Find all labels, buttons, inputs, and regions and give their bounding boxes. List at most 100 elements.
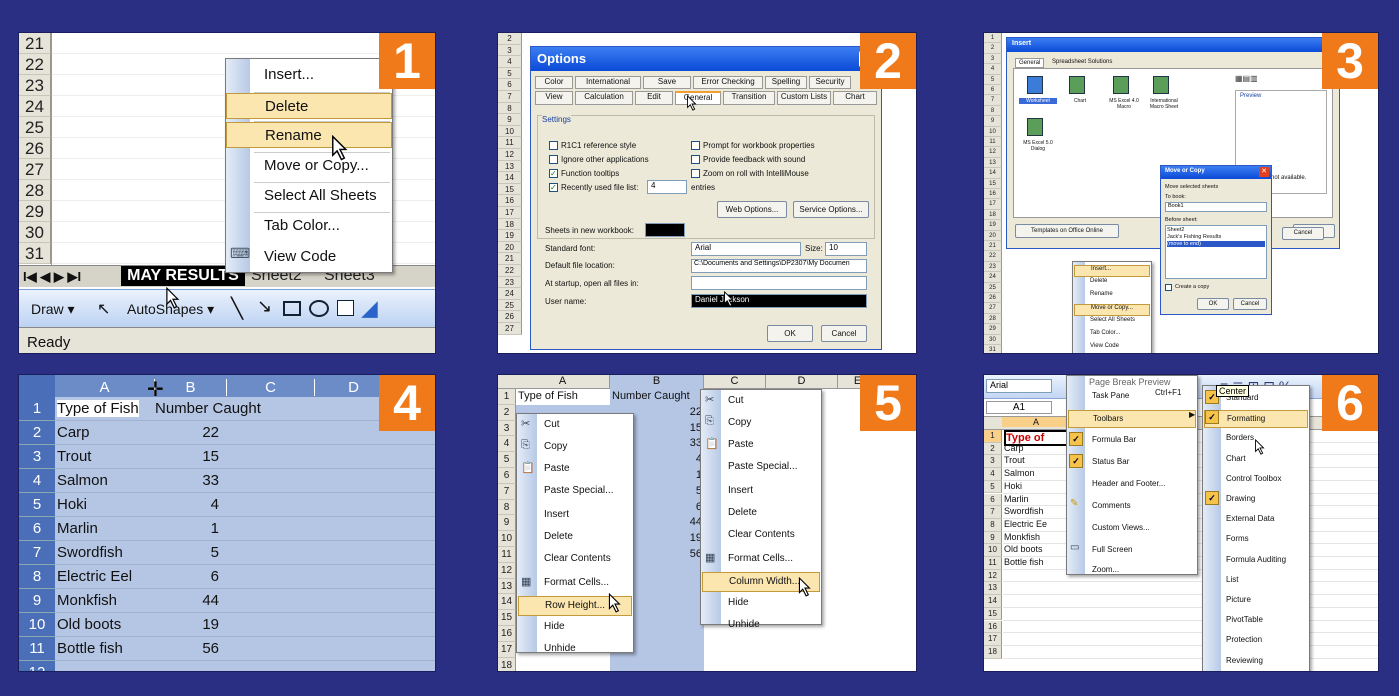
sheets-in-workbook-field[interactable]: 3 [645,223,685,237]
row-header[interactable]: 20 [498,241,522,254]
cell-fish-name[interactable]: Old boots [1004,544,1068,554]
row-header[interactable]: 10 [498,531,516,547]
row-header[interactable]: 6 [498,468,516,484]
insert-tab-solutions[interactable]: Spreadsheet Solutions [1049,58,1115,66]
row-header[interactable]: 8 [498,499,516,516]
row-header[interactable]: 6 [19,517,55,541]
row-header[interactable]: 12 [498,562,516,579]
row-header[interactable]: 6 [984,85,1002,96]
row-header[interactable]: 21 [984,241,1002,252]
cancel-button[interactable]: Cancel [821,325,867,342]
checkbox-0[interactable] [549,141,558,150]
row-header[interactable]: 17 [498,207,522,219]
row-header[interactable]: 10 [984,126,1002,137]
row-header[interactable]: 26 [19,138,51,159]
cancel-button-bg[interactable]: Cancel [1282,227,1324,240]
row-header[interactable]: 18 [498,218,522,231]
column-header[interactable]: A [516,375,610,389]
checkbox-right-2[interactable] [691,169,700,178]
row-header[interactable]: 6 [498,79,522,91]
row-header[interactable]: 6 [984,493,1002,507]
column-menu-item[interactable]: Format Cells... [702,550,820,570]
tab-menu-item[interactable]: View Code [1074,343,1150,353]
row-header[interactable]: 26 [984,293,1002,304]
row-header[interactable]: 14 [984,595,1002,608]
close-icon[interactable]: ✕ [1259,167,1269,177]
row-header[interactable]: 30 [984,334,1002,345]
tab-custom-lists[interactable]: Custom Lists [777,91,831,105]
row-header[interactable]: 30 [19,222,51,243]
tab-error-checking[interactable]: Error Checking [693,76,763,89]
row-header[interactable]: 11 [984,137,1002,148]
column-menu-item[interactable]: Unhide [702,616,820,636]
cell-fish-name[interactable]: Hoki [1004,481,1068,491]
select-objects-icon[interactable]: ↖ [97,299,110,319]
row-header[interactable]: 5 [498,452,516,468]
row-header[interactable]: 24 [498,288,522,300]
row-header[interactable]: 1 [19,397,55,421]
row-menu-item[interactable]: Unhide [518,640,632,660]
cell-b-value[interactable]: 1 [648,469,702,481]
row-header[interactable]: 8 [498,102,522,115]
row-header[interactable]: 15 [984,607,1002,621]
tab-menu-item[interactable]: Delete [1074,278,1150,290]
tab-transition[interactable]: Transition [723,91,775,105]
row-header[interactable]: 27 [984,303,1002,314]
template-icon[interactable] [1027,118,1043,136]
checkbox-3[interactable]: ✓ [549,183,558,192]
column-menu-item[interactable]: Paste [702,436,820,456]
cell-number-caught[interactable]: 56 [155,640,219,657]
sheet-menu-item[interactable]: Delete [226,93,392,119]
cell-fish-name[interactable]: Hoki [57,496,87,513]
insert-tab-general[interactable]: General [1015,58,1045,68]
row-header[interactable]: 27 [498,323,522,335]
row-header[interactable]: 31 [19,243,51,264]
row-header[interactable]: 4 [498,56,522,68]
row-header[interactable]: 9 [498,515,516,532]
column-header[interactable]: A [55,379,155,396]
cell-fish-name[interactable]: Type of Fish [57,400,139,417]
row-header[interactable]: 18 [984,645,1002,659]
row-header[interactable]: 10 [19,613,55,637]
row-header[interactable]: 7 [984,506,1002,519]
cell-fish-name[interactable]: Monkfish [57,592,117,609]
row-header[interactable]: 3 [984,53,1002,65]
row-header[interactable]: 9 [498,114,522,126]
oval-tool-icon[interactable] [309,300,329,317]
row-header[interactable]: 27 [19,159,51,180]
row-header[interactable]: 19 [984,220,1002,231]
view-toggle-icons[interactable]: ▦▤▥ [1235,74,1275,84]
row-header[interactable]: 13 [498,160,522,173]
row-header[interactable]: 26 [498,311,522,323]
row-header[interactable]: 11 [498,547,516,563]
column-header[interactable]: B [610,375,704,389]
move-cancel-button[interactable]: Cancel [1233,298,1267,310]
sheet-menu-item[interactable]: Tab Color... [226,213,392,239]
startup-folder-field[interactable] [691,276,867,290]
tab-menu-item[interactable]: Insert... [1074,265,1150,277]
row-header[interactable]: 4 [19,469,55,493]
select-all-corner[interactable] [19,375,55,397]
cell-b-value[interactable]: 15 [648,422,702,434]
checkbox-right-1[interactable] [691,155,700,164]
tab-color[interactable]: Color [535,76,573,89]
tab-menu-item[interactable]: Tab Color... [1074,330,1150,342]
view-menu-item[interactable]: Comments [1068,498,1196,516]
cell-fish-name[interactable]: Salmon [57,472,108,489]
row-header[interactable]: 4 [984,468,1002,481]
tab-scroll-arrows[interactable]: I◀ ◀ ▶ ▶I [23,269,81,285]
cell-number-caught[interactable]: 4 [155,496,219,513]
cell-fish-name[interactable]: Marlin [1004,494,1068,504]
view-menu-item[interactable]: Custom Views... [1068,520,1196,538]
row-header[interactable]: 19 [498,230,522,242]
row-menu-item[interactable]: Clear Contents [518,550,632,570]
cell-number-caught[interactable]: 15 [155,448,219,465]
row-menu-item[interactable]: Cut [518,416,632,436]
standard-font-select[interactable]: Arial [691,242,801,256]
cell-number-caught[interactable]: 5 [155,544,219,561]
sheet-menu-item[interactable]: Move or Copy... [226,153,392,179]
name-box[interactable]: A1 [986,401,1052,414]
arrow-tool-icon[interactable]: ↘ [257,296,272,317]
row-header[interactable]: 17 [984,633,1002,646]
cell-fish-name[interactable]: Electric Ee [1004,519,1068,529]
